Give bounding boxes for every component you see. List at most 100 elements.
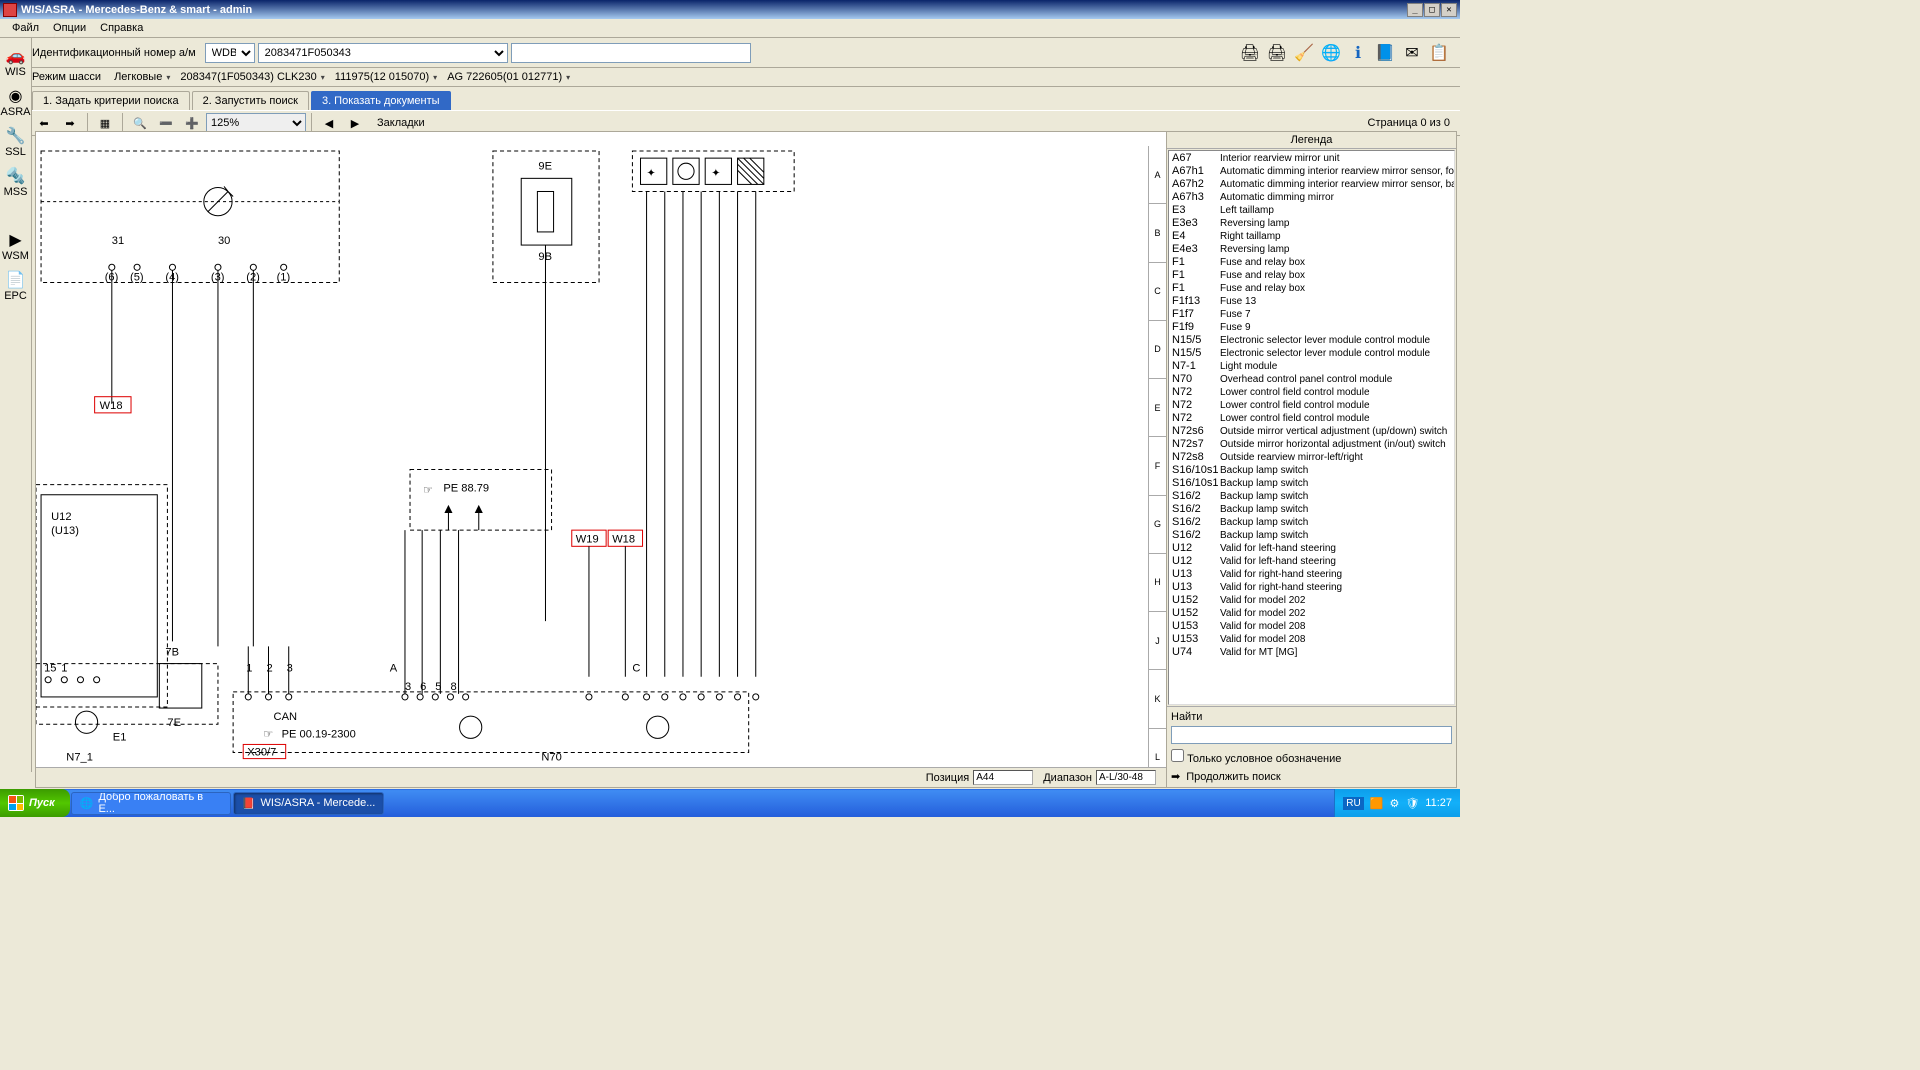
start-button[interactable]: Пуск: [0, 789, 70, 817]
legend-row[interactable]: F1f7Fuse 7: [1170, 308, 1453, 321]
legend-list[interactable]: A67Interior rearview mirror unitA67h1Aut…: [1168, 150, 1455, 705]
svg-text:☞: ☞: [263, 728, 273, 740]
breadcrumb-item[interactable]: 208347(1F050343) CLK230: [175, 71, 329, 83]
legend-row[interactable]: N72s6Outside mirror vertical adjustment …: [1170, 425, 1453, 438]
sidebar-wis[interactable]: 🚗WIS: [2, 44, 30, 80]
legend-row[interactable]: E3Left taillamp: [1170, 204, 1453, 217]
legend-row[interactable]: U13Valid for right-hand steering: [1170, 568, 1453, 581]
minimize-button[interactable]: _: [1407, 3, 1423, 17]
legend-row[interactable]: A67h3Automatic dimming mirror: [1170, 191, 1453, 204]
print-car-icon[interactable]: 🖨: [1239, 42, 1261, 64]
zoom-select[interactable]: 125%: [206, 113, 306, 133]
svg-text:PE 00.19-2300: PE 00.19-2300: [282, 728, 356, 740]
svg-text:(5): (5): [130, 271, 144, 283]
legend-row[interactable]: N72Lower control field control module: [1170, 399, 1453, 412]
sidebar-asra[interactable]: ◉ASRA: [2, 84, 30, 120]
sidebar-epc[interactable]: 📄EPC: [2, 268, 30, 304]
svg-text:✦: ✦: [647, 167, 656, 179]
svg-text:(1): (1): [277, 271, 291, 283]
tab-run-search[interactable]: 2. Запустить поиск: [192, 91, 309, 110]
legend-row[interactable]: N72Lower control field control module: [1170, 386, 1453, 399]
legend-row[interactable]: S16/10s1Backup lamp switch: [1170, 477, 1453, 490]
svg-text:X30/7: X30/7: [247, 747, 276, 759]
legend-row[interactable]: N72Lower control field control module: [1170, 412, 1453, 425]
legend-row[interactable]: N72s7Outside mirror horizontal adjustmen…: [1170, 438, 1453, 451]
legend-row[interactable]: F1f9Fuse 9: [1170, 321, 1453, 334]
erase-icon[interactable]: 🧹: [1293, 42, 1315, 64]
legend-row[interactable]: N72s8Outside rearview mirror-left/right: [1170, 451, 1453, 464]
legend-row[interactable]: F1Fuse and relay box: [1170, 282, 1453, 295]
legend-row[interactable]: S16/2Backup lamp switch: [1170, 490, 1453, 503]
taskbar-task[interactable]: 📕WIS/ASRA - Mercede...: [233, 792, 385, 815]
notes-icon[interactable]: 📋: [1428, 42, 1450, 64]
info-icon[interactable]: ℹ: [1347, 42, 1369, 64]
window-titlebar: WIS/ASRA - Mercedes-Benz & smart - admin…: [0, 0, 1460, 19]
legend-row[interactable]: A67Interior rearview mirror unit: [1170, 152, 1453, 165]
legend-row[interactable]: E4Right taillamp: [1170, 230, 1453, 243]
sidebar-wsm[interactable]: ▶WSM: [2, 228, 30, 264]
legend-row[interactable]: U152Valid for model 202: [1170, 607, 1453, 620]
legend-row[interactable]: U13Valid for right-hand steering: [1170, 581, 1453, 594]
legend-row[interactable]: U74Valid for MT [MG]: [1170, 646, 1453, 659]
legend-row[interactable]: U12Valid for left-hand steering: [1170, 555, 1453, 568]
continue-search-button[interactable]: ➡ Продолжить поиск: [1171, 770, 1452, 783]
menu-help[interactable]: Справка: [93, 20, 150, 36]
legend-row[interactable]: U153Valid for model 208: [1170, 620, 1453, 633]
legend-row[interactable]: S16/2Backup lamp switch: [1170, 516, 1453, 529]
legend-row[interactable]: U152Valid for model 202: [1170, 594, 1453, 607]
legend-row[interactable]: N15/5Electronic selector lever module co…: [1170, 347, 1453, 360]
legend-row[interactable]: F1f13Fuse 13: [1170, 295, 1453, 308]
language-indicator[interactable]: RU: [1343, 797, 1363, 810]
legend-row[interactable]: N15/5Electronic selector lever module co…: [1170, 334, 1453, 347]
legend-row[interactable]: U12Valid for left-hand steering: [1170, 542, 1453, 555]
breadcrumb-item[interactable]: 111975(12 015070): [330, 71, 442, 83]
tray-icon[interactable]: ⚙: [1389, 797, 1399, 810]
mail-icon[interactable]: ✉: [1401, 42, 1423, 64]
svg-text:U12: U12: [51, 511, 71, 523]
globe-icon[interactable]: 🌐: [1320, 42, 1342, 64]
range-field[interactable]: [1096, 770, 1156, 785]
svg-text:8: 8: [450, 681, 456, 693]
taskbar: Пуск 🌐Добро пожаловать в E... 📕WIS/ASRA …: [0, 789, 1460, 817]
legend-row[interactable]: E3e3Reversing lamp: [1170, 217, 1453, 230]
legend-row[interactable]: S16/10s1Backup lamp switch: [1170, 464, 1453, 477]
vin-value-select[interactable]: 2083471F050343: [258, 43, 508, 63]
legend-row[interactable]: S16/2Backup lamp switch: [1170, 529, 1453, 542]
legend-row[interactable]: U153Valid for model 208: [1170, 633, 1453, 646]
legend-row[interactable]: S16/2Backup lamp switch: [1170, 503, 1453, 516]
tray-icon[interactable]: 🟧: [1370, 797, 1384, 810]
clock[interactable]: 11:27: [1425, 797, 1452, 809]
breadcrumb-item[interactable]: AG 722605(01 012771): [442, 71, 575, 83]
maximize-button[interactable]: □: [1424, 3, 1440, 17]
taskbar-task[interactable]: 🌐Добро пожаловать в E...: [71, 792, 231, 815]
only-symbol-checkbox[interactable]: Только условное обозначение: [1171, 749, 1452, 765]
close-button[interactable]: ✕: [1441, 3, 1457, 17]
diagram-pane[interactable]: A B C D E F G H J K L N72 31 30: [36, 132, 1166, 787]
print-icon[interactable]: 🖨: [1266, 42, 1288, 64]
legend-row[interactable]: F1Fuse and relay box: [1170, 269, 1453, 282]
position-field[interactable]: [973, 770, 1033, 785]
bookmarks-label[interactable]: Закладки: [377, 117, 425, 129]
find-input[interactable]: [1171, 726, 1452, 744]
legend-row[interactable]: N7-1Light module: [1170, 360, 1453, 373]
menu-file[interactable]: Файл: [5, 20, 46, 36]
sidebar-ssl[interactable]: 🔧SSL: [2, 124, 30, 160]
legend-row[interactable]: A67h2Automatic dimming interior rearview…: [1170, 178, 1453, 191]
svg-text:h2: h2: [708, 146, 720, 149]
svg-text:N72: N72: [223, 146, 243, 149]
legend-row[interactable]: F1Fuse and relay box: [1170, 256, 1453, 269]
sidebar-mss[interactable]: 🔩MSS: [2, 164, 30, 200]
book-icon[interactable]: 📘: [1374, 42, 1396, 64]
legend-row[interactable]: E4e3Reversing lamp: [1170, 243, 1453, 256]
app-icon: [3, 3, 17, 17]
legend-row[interactable]: A67h1Automatic dimming interior rearview…: [1170, 165, 1453, 178]
search-input[interactable]: [511, 43, 751, 63]
tool-icon: 🔩: [6, 166, 26, 186]
breadcrumb-item[interactable]: Легковые: [109, 71, 175, 83]
vin-prefix-select[interactable]: WDB: [205, 43, 255, 63]
legend-row[interactable]: N70Overhead control panel control module: [1170, 373, 1453, 386]
tray-icon[interactable]: 🛡: [1405, 797, 1419, 810]
menu-options[interactable]: Опции: [46, 20, 93, 36]
tab-show-documents[interactable]: 3. Показать документы: [311, 91, 451, 110]
tab-criteria[interactable]: 1. Задать критерии поиска: [32, 91, 190, 110]
